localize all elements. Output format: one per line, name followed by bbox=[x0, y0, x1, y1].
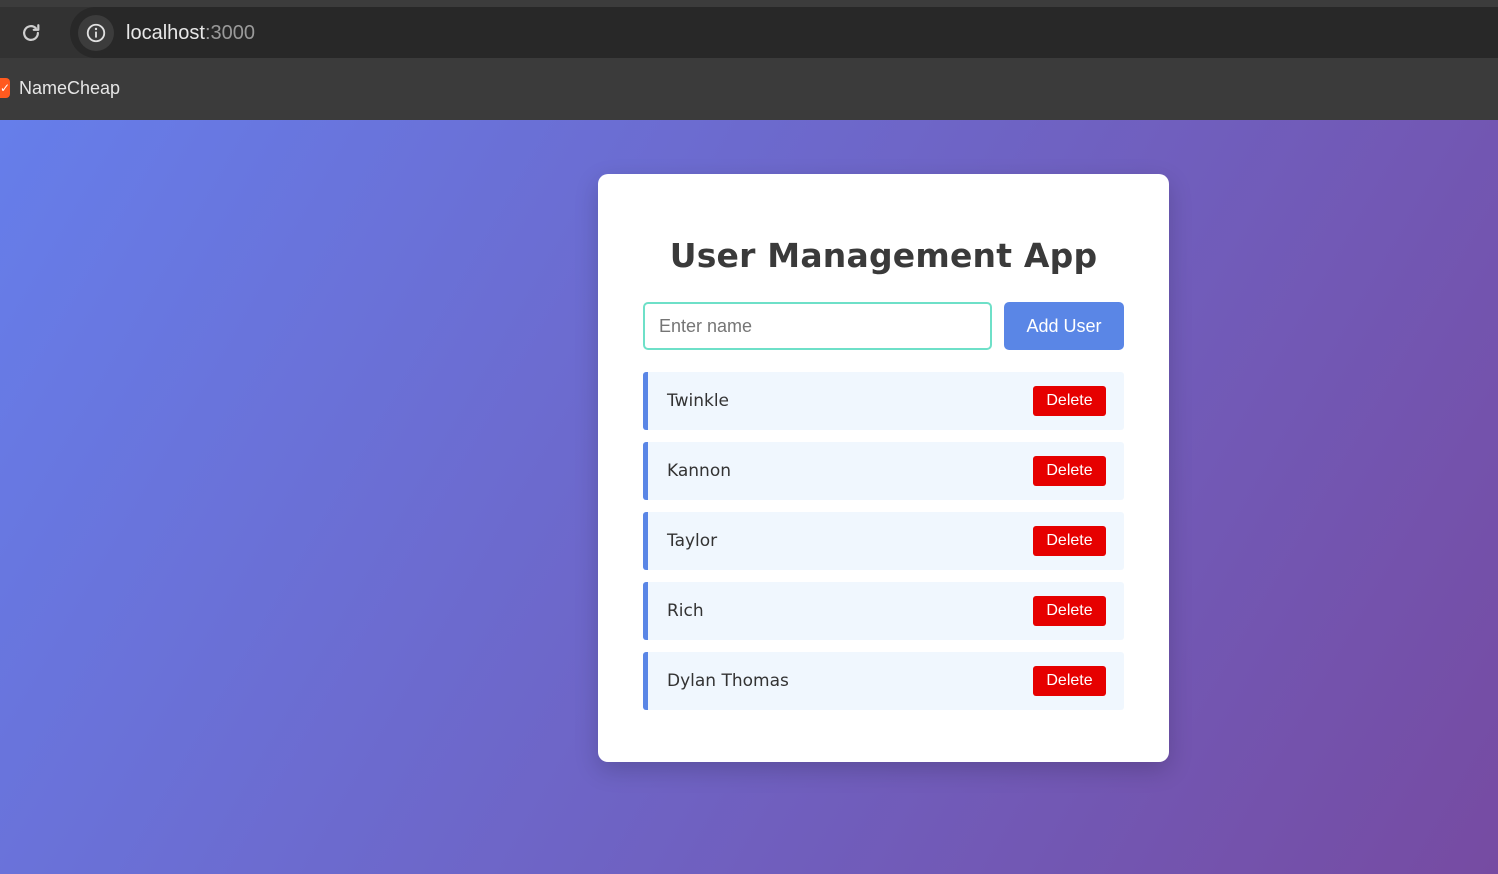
delete-button[interactable]: Delete bbox=[1033, 666, 1106, 696]
url-text[interactable]: localhost:3000 bbox=[126, 20, 255, 46]
page-viewport: User Management App Add User Twinkle Del… bbox=[0, 120, 1498, 874]
url-port: :3000 bbox=[204, 22, 255, 44]
browser-toolbar: localhost:3000 bbox=[0, 0, 1498, 58]
bookmark-namecheap[interactable]: ✓ NameCheap bbox=[0, 74, 120, 102]
tab-strip bbox=[0, 0, 1498, 7]
user-name: Kannon bbox=[667, 461, 731, 481]
user-name: Twinkle bbox=[667, 391, 729, 411]
list-item: Dylan Thomas Delete bbox=[643, 652, 1124, 710]
list-item: Twinkle Delete bbox=[643, 372, 1124, 430]
app-card: User Management App Add User Twinkle Del… bbox=[598, 174, 1169, 762]
address-bar[interactable]: localhost:3000 bbox=[70, 7, 1498, 58]
user-name: Rich bbox=[667, 601, 704, 621]
list-item: Rich Delete bbox=[643, 582, 1124, 640]
page-title: User Management App bbox=[669, 236, 1098, 275]
name-input[interactable] bbox=[643, 302, 992, 350]
add-user-button[interactable]: Add User bbox=[1004, 302, 1124, 350]
bookmarks-bar: ✓ NameCheap bbox=[0, 58, 1498, 120]
user-name: Taylor bbox=[667, 531, 718, 551]
delete-button[interactable]: Delete bbox=[1033, 596, 1106, 626]
info-icon bbox=[86, 23, 106, 43]
list-item: Taylor Delete bbox=[643, 512, 1124, 570]
namecheap-favicon-icon: ✓ bbox=[0, 78, 10, 98]
user-list: Twinkle Delete Kannon Delete Taylor Dele… bbox=[643, 372, 1124, 722]
user-name: Dylan Thomas bbox=[667, 671, 789, 691]
bookmark-label: NameCheap bbox=[19, 77, 121, 98]
reload-button[interactable] bbox=[14, 16, 48, 50]
site-info-button[interactable] bbox=[78, 15, 114, 51]
list-item: Kannon Delete bbox=[643, 442, 1124, 500]
delete-button[interactable]: Delete bbox=[1033, 456, 1106, 486]
delete-button[interactable]: Delete bbox=[1033, 526, 1106, 556]
reload-icon bbox=[23, 24, 40, 41]
url-host: localhost bbox=[126, 22, 205, 44]
delete-button[interactable]: Delete bbox=[1033, 386, 1106, 416]
